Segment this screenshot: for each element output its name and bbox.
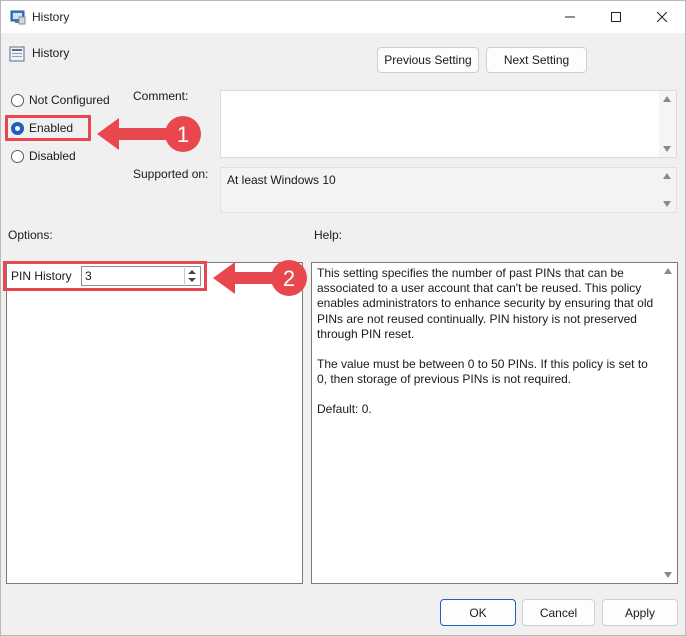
enabled-highlight-box	[5, 115, 91, 141]
pin-history-highlight-box	[3, 261, 207, 291]
radio-not-configured[interactable]: Not Configured	[11, 93, 110, 107]
window-title: History	[32, 10, 70, 24]
policy-name: History	[32, 46, 70, 60]
next-setting-button[interactable]: Next Setting	[486, 47, 587, 73]
help-scrollbar[interactable]	[660, 263, 677, 583]
comment-textarea[interactable]	[220, 90, 677, 158]
help-paragraph: This setting specifies the number of pas…	[317, 266, 654, 341]
scroll-down-icon[interactable]	[663, 201, 671, 207]
options-pane	[6, 262, 303, 584]
radio-not-configured-indicator[interactable]	[11, 93, 24, 107]
scroll-up-icon[interactable]	[664, 268, 672, 274]
radio-disabled-indicator[interactable]	[11, 149, 24, 163]
close-icon	[657, 12, 667, 22]
maximize-icon	[611, 12, 621, 22]
close-button[interactable]	[639, 1, 685, 33]
help-paragraph: Default: 0.	[317, 402, 372, 417]
scroll-down-icon[interactable]	[663, 146, 671, 152]
supported-on-value: At least Windows 10	[227, 173, 336, 187]
cancel-button[interactable]: Cancel	[522, 599, 595, 626]
help-label: Help:	[314, 228, 343, 242]
scroll-up-icon[interactable]	[663, 96, 671, 102]
radio-disabled[interactable]: Disabled	[11, 149, 76, 163]
options-label: Options:	[8, 228, 53, 242]
supported-on-box: At least Windows 10	[220, 167, 677, 213]
previous-setting-button[interactable]: Previous Setting	[377, 47, 479, 73]
minimize-button[interactable]	[547, 1, 593, 33]
policy-setting-icon	[9, 46, 25, 62]
help-text: This setting specifies the number of pas…	[317, 266, 657, 433]
radio-not-configured-label: Not Configured	[29, 93, 110, 107]
callout-number-1: 1	[177, 122, 189, 147]
callout-number-2: 2	[283, 266, 295, 291]
supported-on-label: Supported on:	[133, 167, 209, 181]
comment-scrollbar[interactable]	[659, 91, 676, 157]
scroll-down-icon[interactable]	[664, 572, 672, 578]
radio-disabled-label: Disabled	[29, 149, 76, 163]
ok-button[interactable]: OK	[440, 599, 516, 626]
maximize-button[interactable]	[593, 1, 639, 33]
help-pane: This setting specifies the number of pas…	[311, 262, 678, 584]
scroll-up-icon[interactable]	[663, 173, 671, 179]
help-paragraph: The value must be between 0 to 50 PINs. …	[317, 357, 648, 387]
callout-arrow-1: 1	[97, 116, 201, 152]
group-policy-app-icon	[10, 10, 26, 25]
supported-scrollbar[interactable]	[659, 168, 676, 212]
title-bar: History	[1, 1, 685, 33]
comment-label: Comment:	[133, 89, 189, 103]
minimize-icon	[565, 16, 575, 18]
policy-dialog: History History Previous Setting Next Se…	[0, 0, 686, 636]
callout-arrow-2: 2	[213, 260, 307, 296]
apply-button[interactable]: Apply	[602, 599, 678, 626]
